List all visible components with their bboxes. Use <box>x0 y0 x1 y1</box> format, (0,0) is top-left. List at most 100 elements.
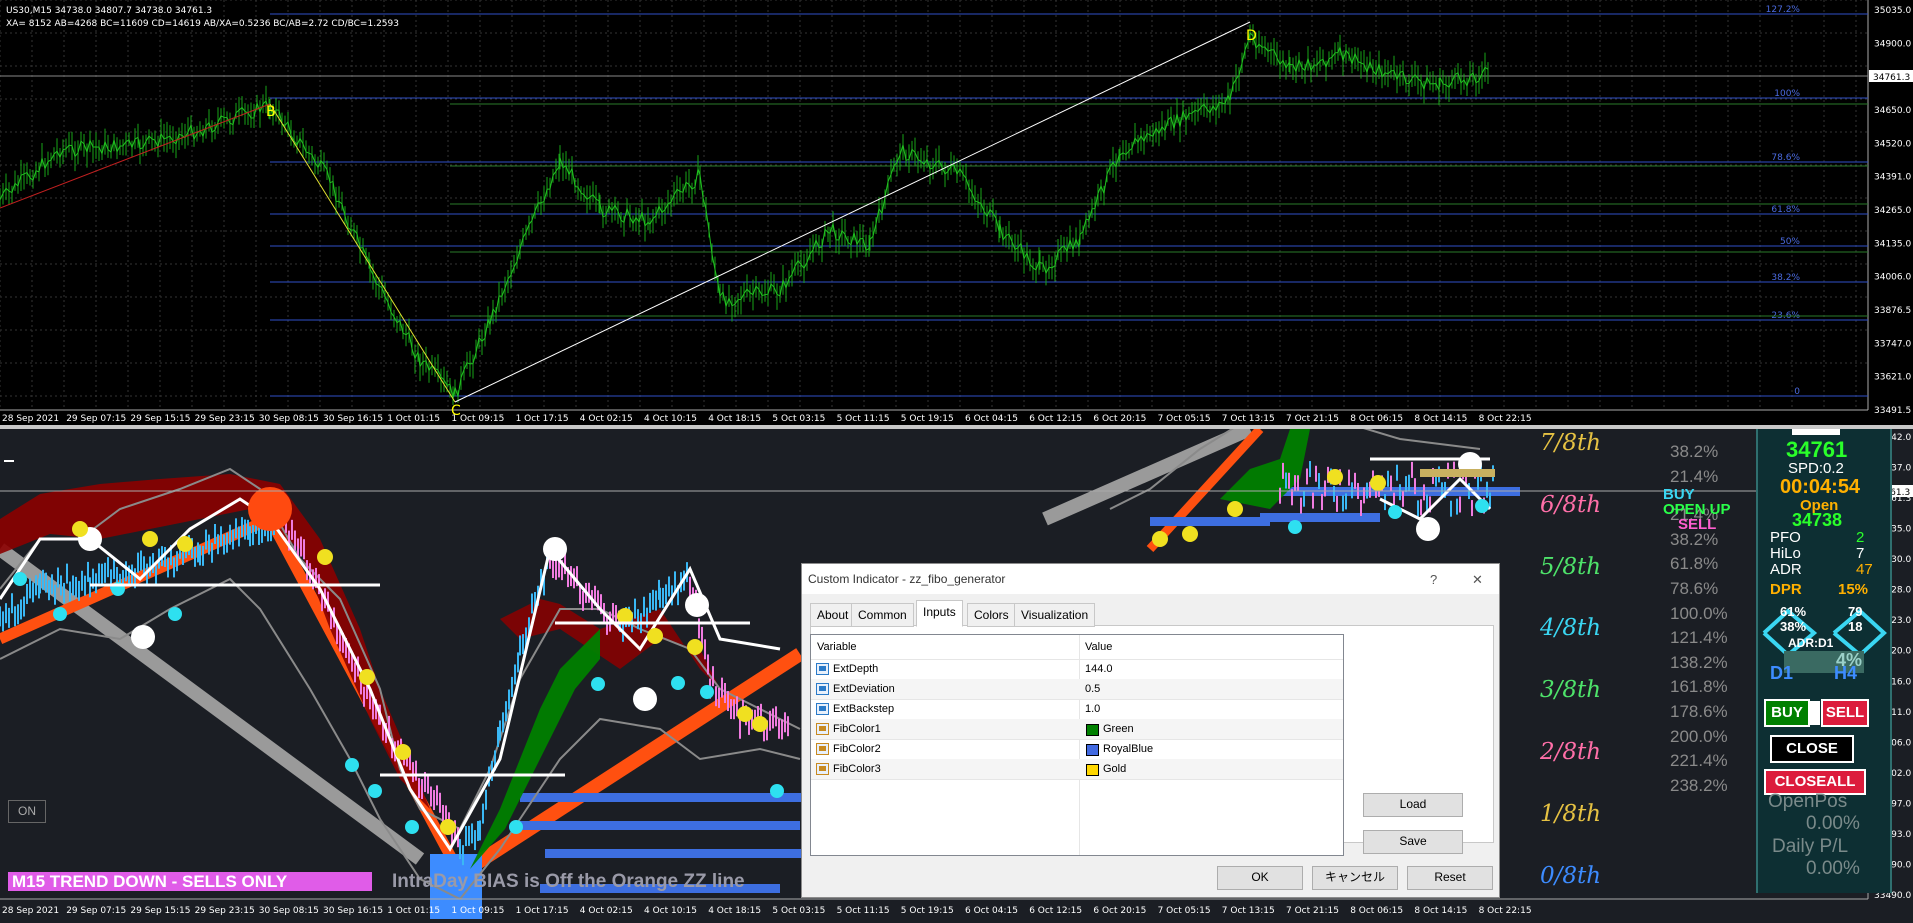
tab-colors[interactable]: Colors <box>967 603 1016 627</box>
trade-panel: 34761 SPD:0.2 00:04:54 Open 34738 PFO 2 … <box>1756 429 1892 893</box>
input-row[interactable]: FibColor3 Gold <box>811 759 1343 780</box>
cancel-button[interactable]: キャンセル <box>1312 866 1398 890</box>
price-tick-label: 35035.0 <box>1874 6 1911 16</box>
column-variable: Variable <box>817 641 857 653</box>
variable-value[interactable]: Gold <box>1103 759 1126 779</box>
inputs-grid[interactable]: Variable Value ExtDepth 144.0 ExtDeviation… <box>810 634 1344 856</box>
fib-level-label: 100% <box>1774 89 1800 99</box>
percent-level-label: 238.2% <box>1670 775 1728 795</box>
variable-value[interactable]: 1.0 <box>1085 699 1100 719</box>
input-row[interactable]: FibColor1 Green <box>811 719 1343 740</box>
pivot-marker-cyan <box>13 572 27 586</box>
time-tick-label: 7 Oct 13:15 <box>1222 906 1275 916</box>
bias-sell-label: SELL <box>1678 516 1717 533</box>
percent-level-label: 78.6% <box>1670 579 1719 598</box>
price-tick-label: 33491.5 <box>1874 406 1911 416</box>
close-button[interactable]: CLOSE <box>1770 735 1854 763</box>
top-price-chart[interactable]: 127.2% 100% 78.6% 61.8% 50% 38.2% 23.6% 0 B C D 350… <box>0 0 1913 425</box>
pivot-marker-yellow <box>177 536 193 552</box>
time-tick-label: 30 Sep 16:15 <box>323 906 383 916</box>
pivot-marker-orange <box>248 487 292 531</box>
color-swatch <box>1086 744 1099 756</box>
color-variable-icon <box>816 723 829 735</box>
pivot-marker-white <box>1416 517 1440 541</box>
price-tick-label: 33747.0 <box>1874 339 1911 349</box>
tab-visualization[interactable]: Visualization <box>1014 603 1096 627</box>
time-tick-label: 6 Oct 12:15 <box>1029 906 1082 916</box>
help-icon[interactable]: ? <box>1430 572 1437 587</box>
variable-name: ExtDeviation <box>833 683 895 695</box>
price-tick-label: 33876.5 <box>1874 306 1911 316</box>
fib-level-label: 61.8% <box>1771 205 1800 215</box>
time-tick-label: 8 Oct 22:15 <box>1479 906 1532 916</box>
eighth-level-label: 0/8th <box>1540 862 1602 889</box>
price-tick-label: 34650.0 <box>1874 106 1911 116</box>
close-icon[interactable]: ✕ <box>1472 572 1483 588</box>
pivot-marker-cyan <box>671 676 685 690</box>
pivot-marker-cyan <box>368 784 382 798</box>
panel-pct-3: 79 <box>1848 604 1863 619</box>
top-chart-canvas: 127.2%100%78.6%61.8%50%38.2%23.6%0BCD350… <box>0 0 1913 424</box>
price-tick-label: 34900.0 <box>1874 39 1911 49</box>
tab-about[interactable]: About <box>810 603 856 627</box>
openpos-label: OpenPos <box>1768 791 1848 812</box>
variable-value[interactable]: 144.0 <box>1085 659 1113 679</box>
time-tick-label: 30 Sep 08:15 <box>259 906 319 916</box>
tab-inputs[interactable]: Inputs <box>916 600 963 627</box>
time-tick-label: 8 Oct 22:15 <box>1479 414 1532 424</box>
numeric-variable-icon <box>816 683 829 695</box>
color-swatch <box>1086 724 1099 736</box>
blue-zone <box>520 821 800 830</box>
panel-hilo-label: HiLo <box>1770 545 1801 562</box>
price-tick-label: 34006.0 <box>1874 273 1911 283</box>
percent-level-label: 161.8% <box>1670 677 1728 697</box>
time-tick-label: 1 Oct 17:15 <box>516 906 569 916</box>
input-row[interactable]: ExtDeviation 0.5 <box>811 679 1343 700</box>
input-row[interactable]: ExtBackstep 1.0 <box>811 699 1343 720</box>
pivot-marker-yellow <box>647 628 663 644</box>
time-tick-label: 4 Oct 18:15 <box>708 414 761 424</box>
buy-button[interactable]: BUY <box>1764 699 1810 727</box>
harmonic-pattern-ratios: XA= 8152 AB=4268 BC=11609 CD=14619 AB/XA… <box>6 19 399 29</box>
ok-button[interactable]: OK <box>1217 866 1303 890</box>
variable-value[interactable]: Green <box>1103 719 1134 739</box>
variable-name: ExtDepth <box>833 663 879 675</box>
eighth-level-label: 4/8th <box>1540 615 1602 642</box>
input-row[interactable]: ExtDepth 144.0 <box>811 659 1343 680</box>
eighth-level-label: 2/8th <box>1540 739 1602 765</box>
time-tick-label: 28 Sep 2021 <box>2 906 59 916</box>
pivot-marker-white <box>131 625 155 649</box>
sell-button[interactable]: SELL <box>1821 699 1869 727</box>
price-tick-label: 34135.0 <box>1874 239 1911 249</box>
panel-adr-d1: ADR:D1 <box>1788 636 1834 650</box>
time-tick-label: 8 Oct 14:15 <box>1414 414 1467 424</box>
reset-button[interactable]: Reset <box>1407 866 1493 890</box>
fib-level-label: 78.6% <box>1771 153 1800 163</box>
symbol-ohlc-line: US30,M15 34738.0 34807.7 34738.0 34761.3 <box>6 6 213 16</box>
input-row[interactable]: FibColor2 RoyalBlue <box>811 739 1343 760</box>
time-tick-label: 6 Oct 04:15 <box>965 906 1018 916</box>
time-tick-label: 5 Oct 19:15 <box>901 906 954 916</box>
price-tick-label: 34520.0 <box>1874 139 1911 149</box>
time-tick-label: 5 Oct 03:15 <box>772 906 825 916</box>
load-button[interactable]: Load <box>1363 793 1463 817</box>
blue-zone <box>1150 517 1270 526</box>
variable-name: FibColor1 <box>833 723 881 735</box>
dialog-title: Custom Indicator - zz_fibo_generator <box>808 572 1006 586</box>
tab-common[interactable]: Common <box>851 603 914 627</box>
pivot-marker-yellow <box>142 531 158 547</box>
percent-level-label: 21.4% <box>1670 466 1719 486</box>
pivot-marker-cyan <box>1288 520 1302 534</box>
on-toggle-button[interactable]: ON <box>8 800 46 823</box>
openpos-value: 0.00% <box>1806 813 1860 834</box>
save-button[interactable]: Save <box>1363 830 1463 854</box>
pivot-marker-yellow <box>1182 526 1198 542</box>
time-tick-label: 1 Oct 17:15 <box>516 414 569 424</box>
variable-name: FibColor3 <box>833 763 881 775</box>
eighth-level-label: 5/8th <box>1540 553 1602 580</box>
variable-value[interactable]: RoyalBlue <box>1103 739 1153 759</box>
pattern-point-label: B <box>266 104 276 120</box>
dialog-titlebar[interactable]: Custom Indicator - zz_fibo_generator ? ✕ <box>802 564 1499 594</box>
pivot-marker-cyan <box>591 677 605 691</box>
variable-value[interactable]: 0.5 <box>1085 679 1100 699</box>
